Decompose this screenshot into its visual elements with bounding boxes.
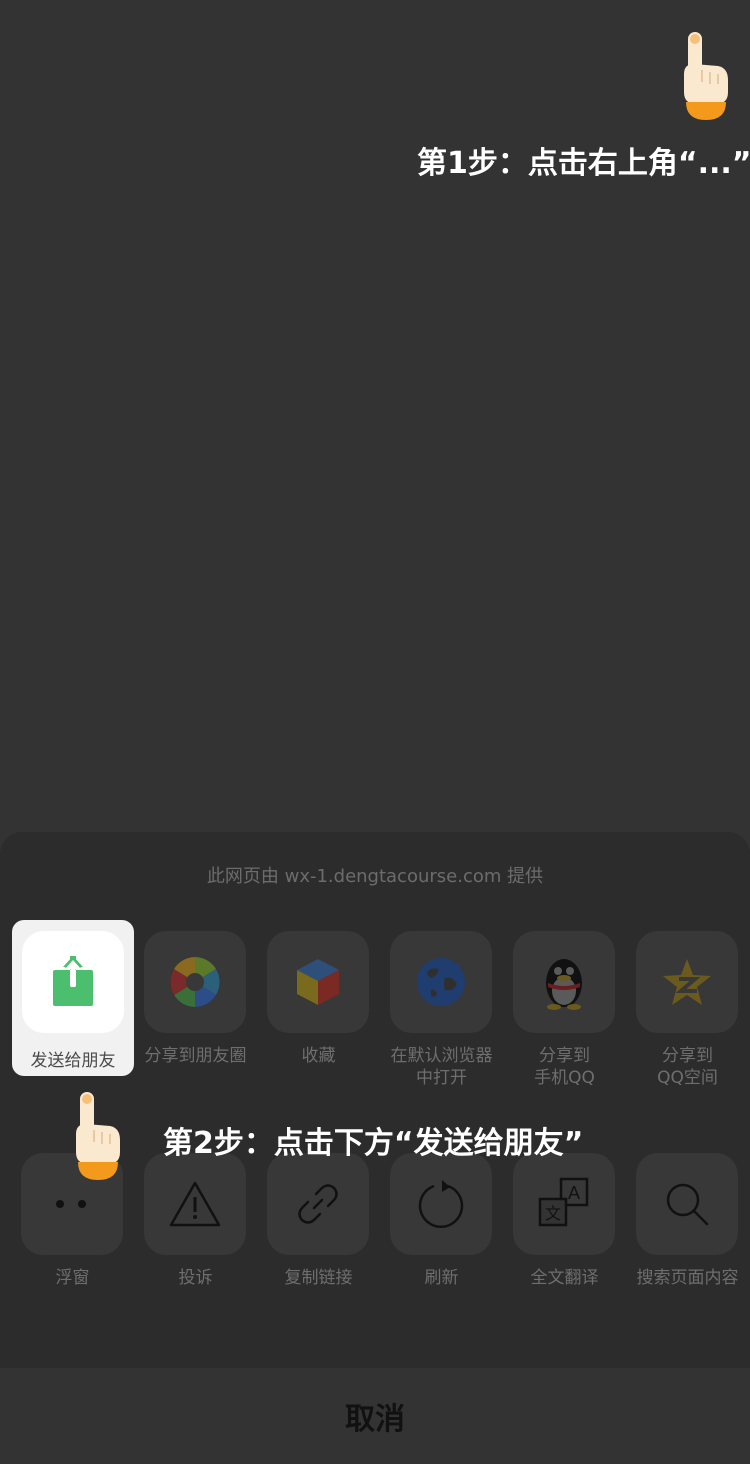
share-to-moments-icon: [170, 957, 220, 1007]
search-page-label: 搜索页面内容: [636, 1268, 739, 1288]
qzone-star-icon: [663, 959, 711, 1005]
step1-instruction: 第1步：点击右上角“...”: [417, 146, 750, 181]
browser-globe-icon: [417, 958, 465, 1006]
favorite-label: 收藏: [301, 1046, 336, 1066]
cancel-label: 取消: [345, 1402, 405, 1437]
refresh-label: 刷新: [424, 1268, 459, 1288]
provider-text: 此网页由 wx-1.dengtacourse.com 提供: [206, 866, 544, 887]
send-to-friend-button[interactable]: 发送给朋友: [12, 920, 134, 1076]
open-in-browser-label: 在默认浏览器 中打开: [390, 1046, 493, 1088]
step2-instruction: 第2步：点击下方“发送给朋友”: [163, 1126, 584, 1161]
svg-text:A: A: [568, 1183, 580, 1203]
send-to-friend-tile: [22, 931, 124, 1033]
search-icon: [666, 1183, 709, 1226]
copy-link-label: 复制链接: [284, 1268, 353, 1288]
translate-label: 全文翻译: [530, 1268, 599, 1288]
float-window-label: 浮窗: [55, 1268, 90, 1288]
report-label: 投诉: [178, 1268, 213, 1288]
share-upload-icon: [53, 956, 93, 1006]
translate-icon: A 文: [538, 1177, 589, 1227]
link-icon: [298, 1184, 338, 1224]
share-to-qq-label: 分享到 手机QQ: [534, 1046, 595, 1088]
pointing-hand-icon: [76, 1092, 120, 1180]
qq-penguin-icon: [546, 959, 582, 1010]
pointing-hand-icon: [684, 32, 728, 120]
share-to-moments-label: 分享到朋友圈: [144, 1046, 247, 1066]
svg-text:文: 文: [545, 1204, 561, 1223]
share-to-qzone-label: 分享到 QQ空间: [657, 1046, 718, 1088]
float-window-icon: [56, 1200, 86, 1208]
send-to-friend-label: 发送给朋友: [30, 1051, 116, 1071]
cancel-button[interactable]: 取消: [0, 1368, 750, 1464]
favorite-cube-icon: [297, 959, 339, 1005]
refresh-icon: [418, 1180, 464, 1228]
warning-icon: [169, 1181, 221, 1227]
